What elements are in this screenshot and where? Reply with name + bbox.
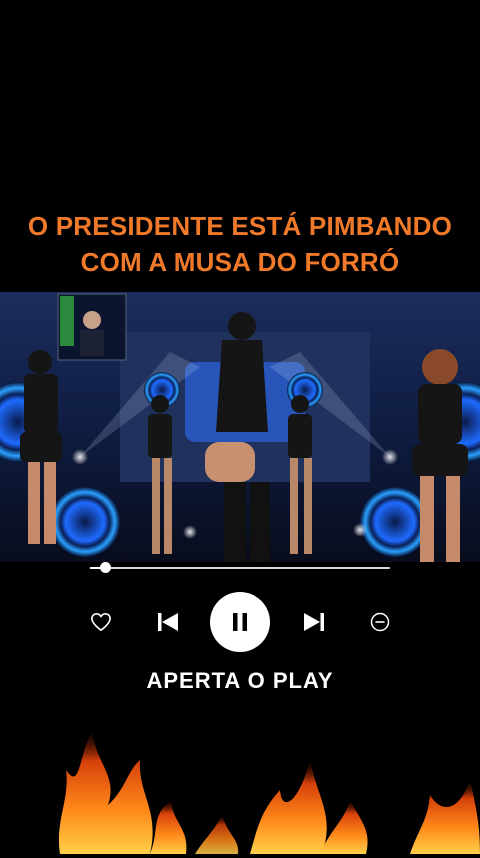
previous-button[interactable] [156, 611, 180, 633]
like-button[interactable] [89, 611, 113, 633]
minus-circle-icon [370, 612, 390, 632]
flames-image [58, 730, 480, 854]
pause-icon [233, 613, 247, 631]
pause-button[interactable] [210, 592, 270, 652]
video-frame[interactable] [0, 292, 480, 562]
skip-forward-icon [304, 613, 324, 631]
skip-back-icon [158, 613, 178, 631]
progress-bar[interactable] [90, 562, 390, 573]
progress-track[interactable] [90, 567, 390, 569]
stage-scene [0, 292, 480, 562]
player-controls [0, 592, 480, 652]
headline: O PRESIDENTE ESTÁ PIMBANDO COM A MUSA DO… [0, 208, 480, 280]
next-button[interactable] [302, 611, 326, 633]
heart-icon [91, 613, 111, 631]
headline-line-2: COM A MUSA DO FORRÓ [80, 247, 400, 277]
headline-line-1: O PRESIDENTE ESTÁ PIMBANDO [27, 211, 453, 241]
fire-decoration [0, 720, 480, 854]
cta-label: APERTA O PLAY [146, 668, 334, 693]
remove-button[interactable] [369, 611, 391, 633]
progress-handle[interactable] [100, 562, 111, 573]
